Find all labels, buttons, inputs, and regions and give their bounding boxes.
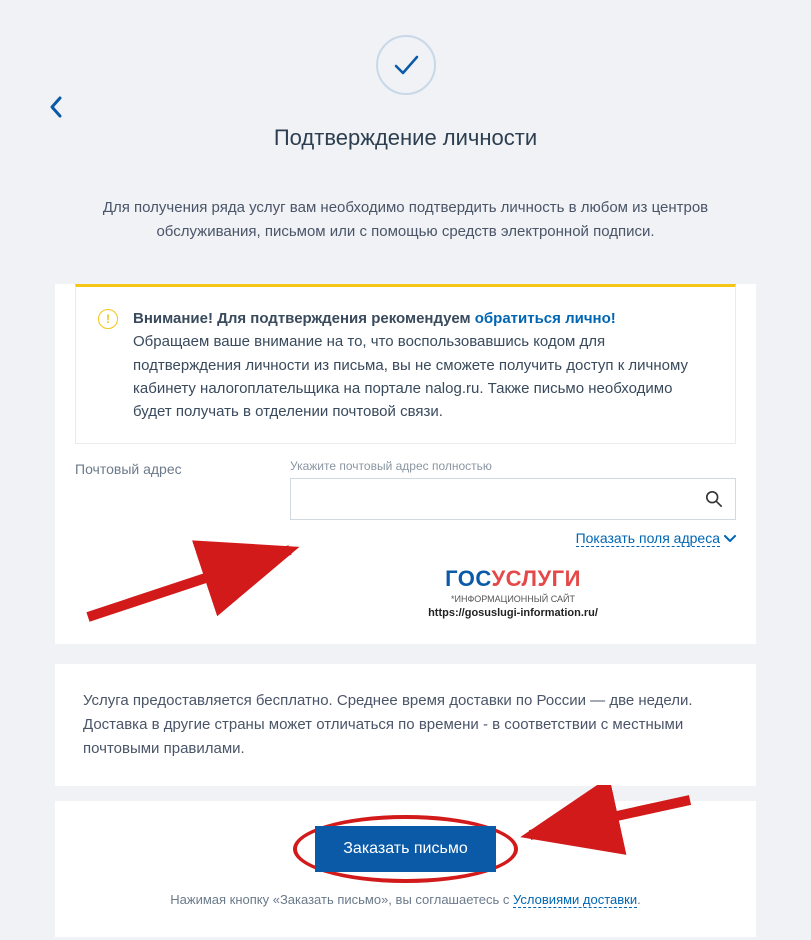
warning-prefix: Внимание! Для подтверждения рекомендуем (133, 310, 475, 327)
show-address-fields-link[interactable]: Показать поля адреса (576, 530, 720, 547)
address-label: Почтовый адрес (75, 459, 270, 619)
warning-box: ! Внимание! Для подтверждения рекомендуе… (75, 284, 736, 444)
intro-text: Для получения ряда услуг вам необходимо … (96, 196, 716, 244)
brand-sub1: *ИНФОРМАЦИОННЫЙ САЙТ (290, 594, 736, 604)
address-hint: Укажите почтовый адрес полностью (290, 459, 736, 473)
brand-part1: ГОС (445, 566, 491, 591)
brand-part2: УСЛУГИ (491, 566, 580, 591)
brand-block: ГОСУСЛУГИ *ИНФОРМАЦИОННЫЙ САЙТ https://g… (290, 566, 736, 619)
warning-link[interactable]: обратиться лично! (475, 310, 616, 327)
warning-body: Обращаем ваше внимание на то, что воспол… (133, 333, 688, 420)
terms-link[interactable]: Условиями доставки (513, 892, 637, 908)
brand-logo: ГОСУСЛУГИ (290, 566, 736, 592)
agree-prefix: Нажимая кнопку «Заказать письмо», вы сог… (170, 892, 513, 907)
warning-icon: ! (98, 309, 118, 329)
show-address-fields: Показать поля адреса (290, 530, 736, 548)
brand-sub2: https://gosuslugi-information.ru/ (290, 607, 736, 619)
order-letter-button[interactable]: Заказать письмо (315, 826, 495, 872)
chevron-down-icon (724, 532, 736, 546)
address-input[interactable] (291, 479, 693, 519)
search-icon (705, 490, 723, 508)
address-input-wrap (290, 478, 736, 520)
delivery-info: Услуга предоставляется бесплатно. Средне… (55, 664, 756, 786)
action-card: Заказать письмо Нажимая кнопку «Заказать… (55, 801, 756, 937)
agree-text: Нажимая кнопку «Заказать письмо», вы сог… (83, 892, 728, 907)
address-card: ! Внимание! Для подтверждения рекомендуе… (55, 284, 756, 644)
checkmark-circle-icon (376, 35, 436, 95)
address-form-row: Почтовый адрес Укажите почтовый адрес по… (55, 459, 756, 644)
warning-text: Внимание! Для подтверждения рекомендуем … (133, 307, 713, 423)
back-button[interactable] (48, 95, 64, 119)
page-title: Подтверждение личности (0, 125, 811, 151)
address-search-button[interactable] (693, 479, 735, 519)
